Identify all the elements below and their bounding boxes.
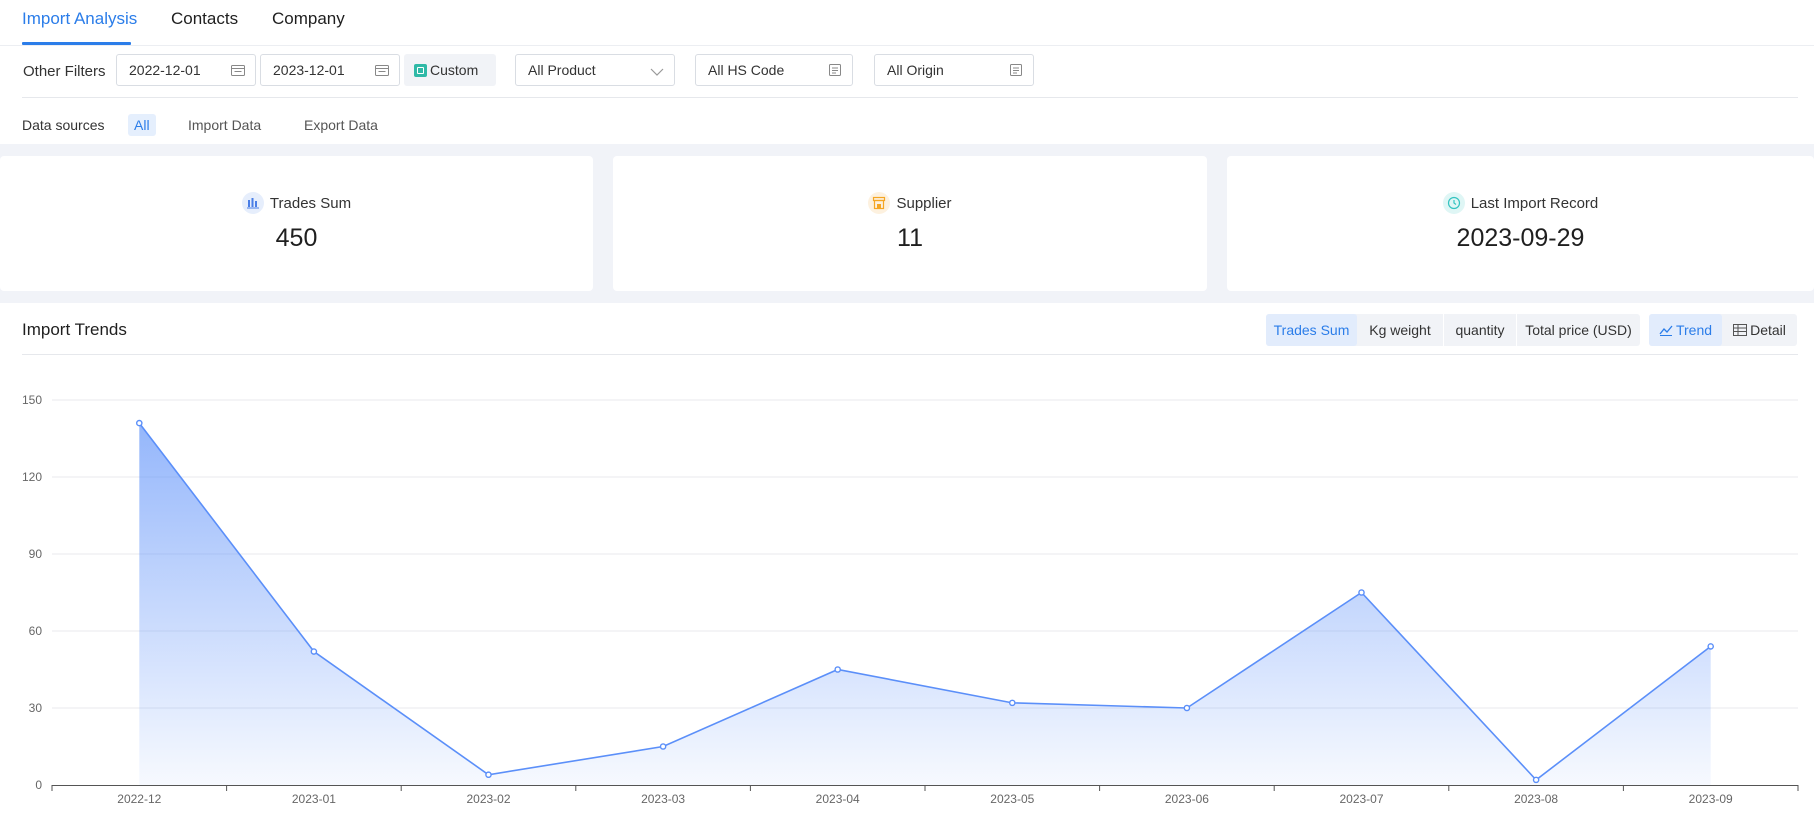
origin-select[interactable]: All Origin: [874, 54, 1034, 86]
view-trend-button[interactable]: Trend: [1649, 314, 1722, 346]
trend-chart-svg: 0 30 60 90 120 150 2022-12 2023-01 2023-02 2023-…: [22, 393, 1799, 806]
x-tick-label: 2023-01: [292, 792, 336, 806]
data-point[interactable]: [1358, 589, 1365, 596]
metric-kg-weight[interactable]: Kg weight: [1357, 314, 1443, 346]
x-tick-label: 2023-09: [1689, 792, 1733, 806]
x-tick-label: 2022-12: [117, 792, 161, 806]
x-tick-label: 2023-08: [1514, 792, 1558, 806]
source-all[interactable]: All: [128, 114, 156, 136]
tab-import-analysis[interactable]: Import Analysis: [22, 9, 137, 29]
x-tick-label: 2023-04: [816, 792, 860, 806]
tab-company[interactable]: Company: [272, 9, 345, 29]
stat-value: 450: [275, 224, 318, 252]
stat-label: Supplier: [896, 195, 952, 212]
x-tick-label: 2023-06: [1165, 792, 1209, 806]
y-tick-label: 60: [29, 624, 43, 638]
calendar-icon: [231, 65, 245, 76]
x-tick-label: 2023-07: [1339, 792, 1383, 806]
filter-bar: Other Filters 2022-12-01 2023-12-01 Cust…: [0, 54, 1814, 98]
y-tick-label: 90: [29, 547, 43, 561]
metric-total-price[interactable]: Total price (USD): [1517, 314, 1640, 346]
metric-switcher: Trades Sum Kg weight quantity Total pric…: [1266, 314, 1640, 346]
view-switcher: Trend Detail: [1649, 314, 1797, 346]
x-tick-label: 2023-03: [641, 792, 685, 806]
custom-icon: [414, 64, 427, 77]
data-point[interactable]: [1183, 704, 1191, 712]
product-select[interactable]: All Product: [515, 54, 675, 86]
origin-value: All Origin: [887, 62, 944, 78]
line-chart-icon: [1659, 325, 1673, 336]
chevron-down-icon: [650, 68, 664, 76]
source-import-data[interactable]: Import Data: [182, 114, 267, 136]
data-point[interactable]: [1707, 643, 1714, 650]
view-trend-label: Trend: [1675, 322, 1713, 338]
other-filters-label: Other Filters: [23, 63, 106, 80]
calendar-icon: [375, 65, 389, 76]
list-select-icon: [829, 64, 841, 76]
y-tick-label: 0: [35, 778, 42, 792]
active-tab-underline: [22, 42, 131, 45]
stat-label: Last Import Record: [1470, 195, 1599, 212]
custom-range-button[interactable]: Custom: [404, 54, 496, 86]
data-point[interactable]: [1532, 776, 1540, 784]
hs-code-select[interactable]: All HS Code: [695, 54, 853, 86]
data-point[interactable]: [310, 648, 318, 655]
view-detail-label: Detail: [1750, 322, 1786, 338]
x-tick-label: 2023-05: [990, 792, 1034, 806]
stat-label: Trades Sum: [269, 195, 352, 212]
date-to-picker[interactable]: 2023-12-01: [260, 54, 400, 86]
product-select-value: All Product: [528, 62, 596, 78]
data-point[interactable]: [834, 666, 842, 673]
date-from-value: 2022-12-01: [129, 62, 201, 78]
store-icon: [868, 192, 891, 214]
data-sources-bar: Data sources All Import Data Export Data: [0, 112, 1814, 138]
import-trends-title: Import Trends: [22, 320, 127, 339]
data-point[interactable]: [485, 771, 492, 779]
y-tick-label: 30: [29, 701, 43, 715]
table-icon: [1733, 324, 1748, 336]
top-tab-bar: Import Analysis Contacts Company: [0, 0, 1814, 46]
y-tick-label: 150: [22, 393, 42, 407]
data-point[interactable]: [1009, 699, 1016, 707]
source-export-data[interactable]: Export Data: [298, 114, 384, 136]
tab-contacts[interactable]: Contacts: [171, 9, 238, 29]
stat-card-last-import: Last Import Record 2023-09-29: [1227, 156, 1814, 291]
data-point[interactable]: [135, 419, 143, 427]
filter-divider: [22, 97, 1798, 98]
clock-icon: [1442, 192, 1465, 214]
bar-chart-icon: [241, 192, 264, 214]
stat-card-supplier: Supplier 11: [613, 156, 1207, 291]
hs-code-value: All HS Code: [708, 62, 785, 78]
custom-label: Custom: [430, 62, 479, 78]
list-select-icon: [1010, 64, 1022, 76]
metric-trades-sum[interactable]: Trades Sum: [1266, 314, 1357, 346]
stat-value: 11: [897, 224, 923, 252]
view-detail-button[interactable]: Detail: [1722, 314, 1797, 346]
data-sources-label: Data sources: [22, 117, 105, 133]
y-tick-label: 120: [22, 470, 42, 484]
stat-card-trades-sum: Trades Sum 450: [0, 156, 593, 291]
stat-value: 2023-09-29: [1456, 224, 1585, 252]
x-tick-label: 2023-02: [466, 792, 510, 806]
metric-quantity[interactable]: quantity: [1444, 314, 1516, 346]
import-trends-chart: 0 30 60 90 120 150 2022-12 2023-01 2023-02 2023-…: [0, 360, 1814, 817]
date-to-value: 2023-12-01: [273, 62, 345, 78]
date-from-picker[interactable]: 2022-12-01: [116, 54, 256, 86]
data-point[interactable]: [659, 743, 667, 750]
trends-divider: [22, 354, 1798, 355]
